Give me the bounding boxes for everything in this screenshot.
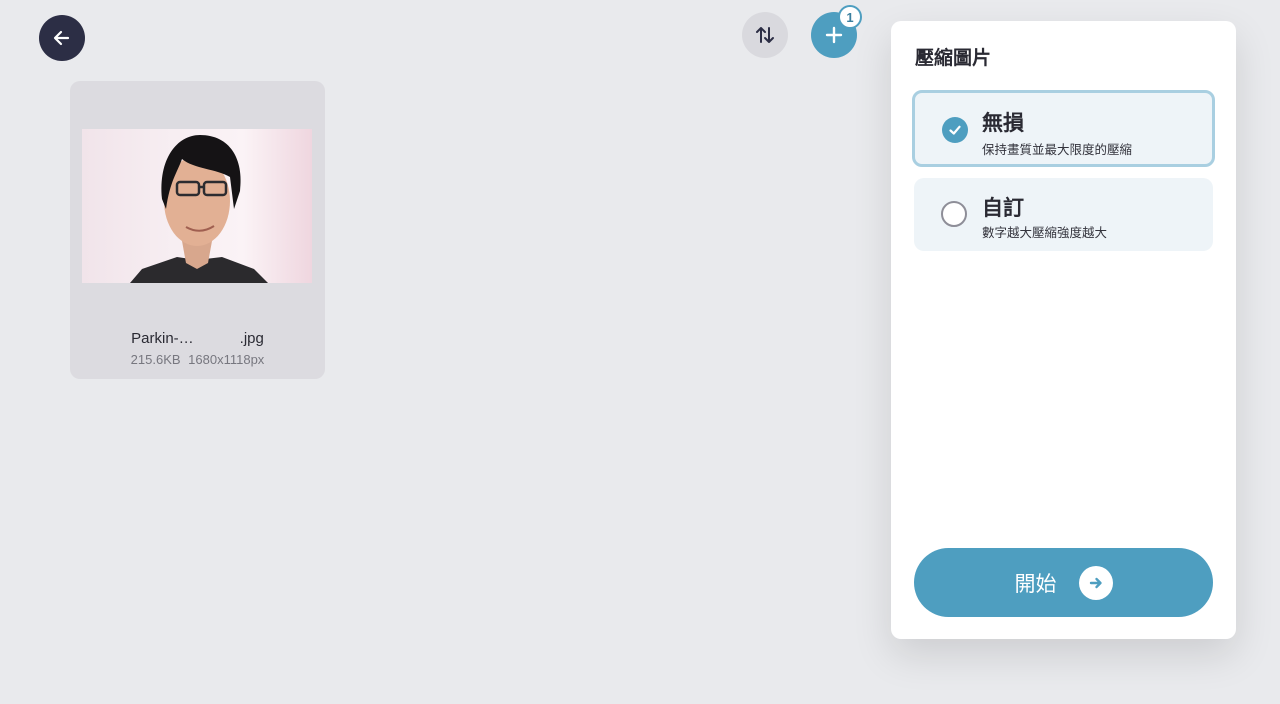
radio-empty-icon <box>941 201 967 227</box>
panel-title: 壓縮圖片 <box>915 47 992 69</box>
file-dimensions: 1680x1118px <box>188 352 265 367</box>
image-thumbnail <box>82 129 312 283</box>
file-name: Parkin-… .jpg <box>70 330 325 347</box>
file-name-start: Parkin-… <box>131 330 194 347</box>
option-title: 自訂 <box>982 196 1024 220</box>
plus-icon <box>825 26 843 44</box>
arrow-right-icon <box>1078 565 1113 600</box>
start-label: 開始 <box>1014 571 1057 596</box>
option-description: 數字越大壓縮強度越大 <box>982 225 1108 240</box>
sort-arrows-icon <box>756 27 774 43</box>
check-circle-icon <box>942 117 968 143</box>
option-custom[interactable]: 自訂 數字越大壓縮強度越大 <box>914 178 1213 251</box>
start-button[interactable]: 開始 <box>914 548 1213 617</box>
arrow-left-icon <box>53 30 70 46</box>
sort-button[interactable] <box>742 12 788 58</box>
file-name-ext: .jpg <box>239 330 264 347</box>
file-size: 215.6KB <box>130 352 181 367</box>
option-description: 保持畫質並最大限度的壓縮 <box>982 142 1133 157</box>
file-count-badge: 1 <box>838 5 862 29</box>
portrait-image <box>130 135 268 283</box>
file-meta: 215.6KB 1680x1118px <box>70 352 325 367</box>
file-card[interactable]: Parkin-… .jpg 215.6KB 1680x1118px <box>70 81 325 379</box>
option-lossless[interactable]: 無損 保持畫質並最大限度的壓縮 <box>912 90 1215 167</box>
compress-panel: 壓縮圖片 無損 保持畫質並最大限度的壓縮 自訂 數字越大壓縮強度越大 開始 <box>891 21 1236 639</box>
compress-page: 1 Parkin-… .jpg 215.6KB 1680x1118px 壓縮圖片… <box>0 0 1280 704</box>
back-button[interactable] <box>39 15 85 61</box>
option-title: 無損 <box>982 111 1024 135</box>
